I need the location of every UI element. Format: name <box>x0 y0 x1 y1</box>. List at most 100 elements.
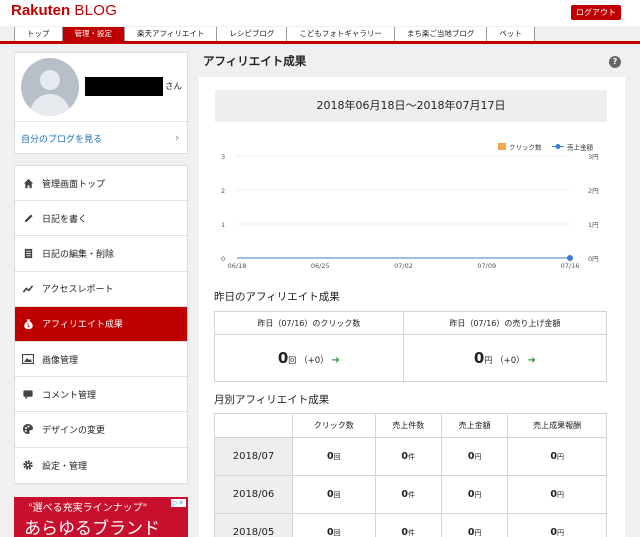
logo-blog: BLOG <box>74 2 118 19</box>
legend-dot-sales <box>555 144 561 149</box>
rakuten-blog-logo[interactable]: Rakuten BLOG <box>11 2 117 20</box>
yesterday-table: 昨日（07/16）のクリック数 昨日（07/16）の売り上げ金額 0回 （+0）… <box>214 311 608 382</box>
nav-pet[interactable]: ペット <box>487 27 535 41</box>
cell-unit: 円 <box>556 491 564 499</box>
nav-top[interactable]: トップ <box>15 27 63 41</box>
logo-rakuten: Rakuten <box>11 2 71 19</box>
sidebar-item-label: デザインの変更 <box>42 425 106 436</box>
sidebar-item-admin-top[interactable]: 管理画面トップ <box>15 166 187 202</box>
clicks-unit: 回 <box>288 356 297 365</box>
y-left-tick-label: 1 <box>221 221 225 229</box>
cell-unit: 円 <box>556 453 564 461</box>
y-right-tick-label: 2円 <box>588 187 599 195</box>
ad-headline: あらゆるブランド <box>24 519 160 537</box>
arrow-right-icon: ➜ <box>331 355 340 366</box>
month-cell: 2018/05 <box>214 513 293 537</box>
y-right-tick-label: 3円 <box>588 153 599 161</box>
sidebar-item-edit-delete[interactable]: 日記の編集・削除 <box>15 236 187 272</box>
sales-unit: 円 <box>484 356 493 365</box>
clicks-value: 0 <box>277 349 289 367</box>
sidebar-item-access-report[interactable]: アクセスレポート <box>15 272 187 307</box>
y-left-tick-label: 0 <box>221 255 225 263</box>
palette-icon <box>22 423 34 435</box>
username-redacted <box>85 77 163 96</box>
sales-change: （+0） <box>495 356 525 366</box>
document-icon <box>22 247 34 259</box>
cell-unit: 件 <box>408 491 416 499</box>
sidebar-item-label: 画像管理 <box>42 355 79 366</box>
x-tick-label: 07/16 <box>561 262 580 270</box>
sales-value: 0 <box>473 349 485 367</box>
logout-button[interactable]: ログアウト <box>571 5 621 20</box>
cell-value: 0 <box>550 451 557 462</box>
month-cell: 2018/06 <box>214 475 293 514</box>
header-divider <box>0 41 640 44</box>
sidebar-item-label: コメント管理 <box>42 390 97 401</box>
x-tick-label: 06/18 <box>228 262 247 270</box>
column-header: 売上成果報酬 <box>507 413 607 438</box>
table-cell: 0件 <box>374 475 442 514</box>
cell-unit: 円 <box>474 529 482 537</box>
clicks-cell: 0回 （+0） ➜ <box>214 334 404 382</box>
nav-admin-settings[interactable]: 管理・設定 <box>62 27 125 41</box>
profile-divider <box>15 121 187 122</box>
cell-unit: 件 <box>408 453 416 461</box>
yesterday-section-title: 昨日のアフィリエイト成果 <box>214 291 340 303</box>
table-cell: 0回 <box>292 475 376 514</box>
table-cell: 0円 <box>507 475 607 514</box>
cell-unit: 回 <box>333 453 341 461</box>
sidebar-item-image-management[interactable]: 画像管理 <box>15 342 187 378</box>
advertisement-banner[interactable]: "選べる充実ラインナップ" あらゆるブランド ▷✕ <box>14 497 188 537</box>
table-cell: 0円 <box>507 437 607 476</box>
page-title: アフィリエイト成果 <box>203 54 307 68</box>
sales-header: 昨日（07/16）の売り上げ金額 <box>402 311 608 335</box>
x-tick-label: 07/09 <box>477 262 496 270</box>
cell-value: 0 <box>550 527 557 537</box>
nav-local-blog[interactable]: まち楽ご当地ブログ <box>395 27 488 41</box>
avatar[interactable] <box>21 58 79 116</box>
sidebar-item-label: アクセスレポート <box>42 285 114 296</box>
legend-label-clicks: クリック数 <box>509 143 542 152</box>
x-tick-label: 06/25 <box>311 262 330 270</box>
adchoices-icon[interactable]: ▷✕ <box>170 499 186 507</box>
sidebar-item-design-change[interactable]: デザインの変更 <box>15 412 187 448</box>
sales-cell: 0円 （+0） ➜ <box>402 334 608 382</box>
nav-rakuten-affiliate[interactable]: 楽天アフィリエイト <box>125 27 218 41</box>
date-range: 2018年06月18日～2018年07月17日 <box>215 90 607 122</box>
cell-unit: 回 <box>333 529 341 537</box>
sidebar-item-label: アフィリエイト成果 <box>42 320 123 331</box>
my-blog-link[interactable]: 自分のブログを見る <box>21 132 102 145</box>
gear-icon <box>22 459 34 471</box>
sidebar-item-comment-management[interactable]: コメント管理 <box>15 377 187 413</box>
home-icon <box>22 177 34 189</box>
y-left-tick-label: 2 <box>221 187 225 195</box>
sidebar-item-settings[interactable]: 設定・管理 <box>15 448 187 483</box>
cell-value: 0 <box>550 489 557 500</box>
nav-kids-photo-gallery[interactable]: こどもフォトギャラリー <box>287 27 395 41</box>
data-point <box>567 255 573 261</box>
trend-chart-icon <box>22 283 34 295</box>
column-header: クリック数 <box>292 413 376 438</box>
column-header: 売上金額 <box>440 413 509 438</box>
image-icon <box>22 353 34 365</box>
top-header: Rakuten BLOG ログアウト <box>0 0 640 26</box>
month-cell: 2018/07 <box>214 437 293 476</box>
cell-value: 0 <box>326 451 334 462</box>
clicks-change: （+0） <box>299 356 329 366</box>
chevron-right-icon[interactable]: › <box>175 131 179 144</box>
svg-text:$: $ <box>26 323 29 329</box>
monthly-section-title: 月別アフィリエイト成果 <box>214 394 330 406</box>
table-cell: 0回 <box>292 437 376 476</box>
sidebar-item-label: 日記を書く <box>42 214 88 225</box>
sidebar-item-write-diary[interactable]: 日記を書く <box>15 201 187 237</box>
nav-recipe-blog[interactable]: レシピブログ <box>217 27 288 41</box>
help-icon[interactable]: ? <box>609 56 621 68</box>
clicks-header: 昨日（07/16）のクリック数 <box>214 311 404 335</box>
cell-value: 0 <box>326 489 334 500</box>
y-right-tick-label: 0円 <box>588 255 599 263</box>
sidebar-item-affiliate-results[interactable]: $ アフィリエイト成果 <box>15 306 187 342</box>
ad-tagline: "選べる充実ラインナップ" <box>28 503 148 514</box>
table-cell: 0円 <box>440 475 509 514</box>
y-right-tick-label: 1円 <box>588 221 599 229</box>
table-cell: 0件 <box>374 513 442 537</box>
